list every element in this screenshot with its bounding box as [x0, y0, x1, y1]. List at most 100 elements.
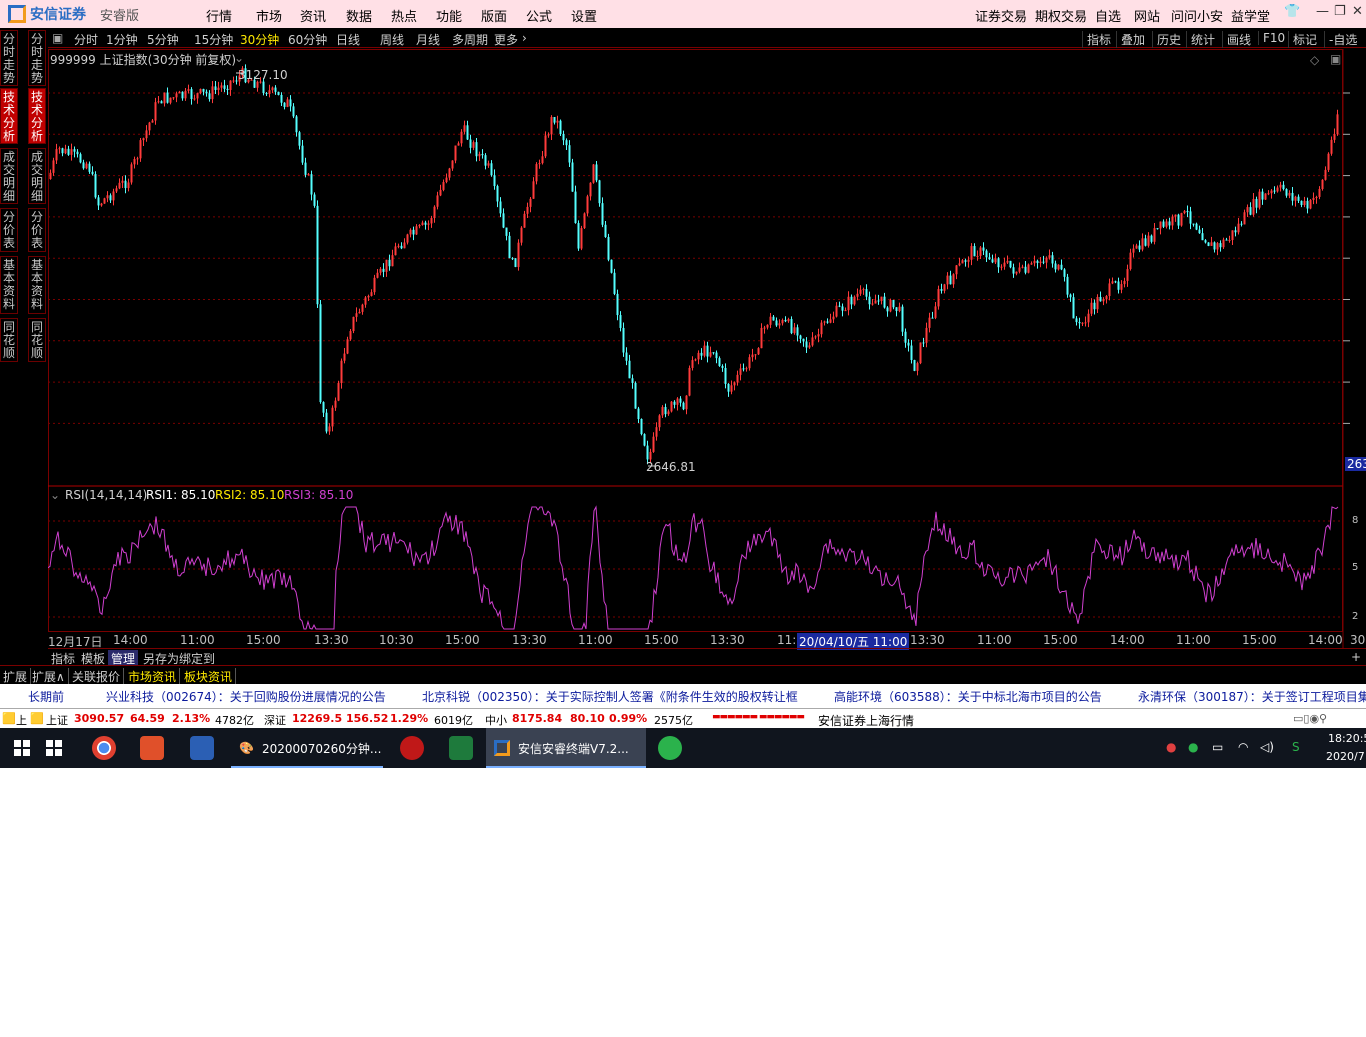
info-tab-0[interactable]: 扩展	[3, 668, 32, 685]
period-tab-0[interactable]: 分时	[74, 31, 98, 48]
left-tab-col2-3[interactable]: 分价表	[28, 208, 46, 252]
windows-icon-2[interactable]	[46, 740, 62, 756]
left-tab-col1-2[interactable]: 成交明细	[0, 148, 18, 204]
toolbar-right-2[interactable]: 历史	[1152, 31, 1181, 48]
period-tab-7[interactable]: 周线	[380, 31, 404, 48]
left-tab-col1-4[interactable]: 基本资料	[0, 256, 18, 314]
time-axis-label-7: 13:30	[512, 633, 547, 647]
ticker-item-0[interactable]: 长期前	[28, 688, 64, 705]
toolbar-right-7[interactable]: -自选	[1324, 31, 1357, 48]
left-tab-col2-4[interactable]: 基本资料	[28, 256, 46, 314]
excel-icon[interactable]	[449, 736, 473, 760]
chart-area[interactable]: 999999 上证指数(30分钟 前复权) ⌄ 3127.10 2646.81 …	[48, 49, 1366, 650]
chevron-down-icon[interactable]: ⌄	[234, 51, 244, 65]
low-price-label: 2646.81	[646, 460, 696, 474]
volume-icon[interactable]: ◁)	[1260, 740, 1274, 754]
info-tab-3[interactable]: 市场资讯	[128, 668, 181, 685]
close-icon[interactable]: ✕	[1352, 4, 1363, 19]
period-tab-4[interactable]: 30分钟	[240, 31, 279, 48]
restore-icon[interactable]: ❐	[1334, 4, 1346, 19]
toolbar-right-3[interactable]: 统计	[1186, 31, 1215, 48]
period-tab-5[interactable]: 60分钟	[288, 31, 327, 48]
candle-body	[430, 218, 433, 224]
period-tab-9[interactable]: 多周期	[452, 31, 488, 48]
toolbar-menu-icon[interactable]: ▣	[52, 31, 63, 45]
menu-settings[interactable]: 设置	[571, 6, 597, 25]
menu-watchlist[interactable]: 自选	[1095, 6, 1121, 25]
toolbar-right-6[interactable]: 标记	[1288, 31, 1317, 48]
sh-label[interactable]: 上证	[46, 712, 68, 728]
left-tab-col2-5[interactable]: 同花顺	[28, 318, 46, 362]
left-tab-col2-1[interactable]: 技术分析	[28, 88, 46, 144]
word-icon[interactable]	[190, 736, 214, 760]
menu-news[interactable]: 资讯	[300, 6, 326, 25]
period-tab-3[interactable]: 15分钟	[194, 31, 233, 48]
tray-wechat-icon[interactable]: ●	[1188, 740, 1198, 754]
minimize-icon[interactable]: —	[1316, 4, 1329, 19]
menu-yixuetang[interactable]: 益学堂	[1231, 6, 1270, 25]
info-tab-2[interactable]: 关联报价	[72, 668, 125, 685]
candle-body	[481, 153, 484, 156]
period-tab-8[interactable]: 月线	[416, 31, 440, 48]
menu-function[interactable]: 功能	[436, 6, 462, 25]
layout-icon[interactable]: ▭▯◉⚲	[1293, 712, 1327, 725]
period-tab-10[interactable]: 更多	[494, 31, 518, 48]
window-icon[interactable]: ▣	[1330, 52, 1341, 66]
sz-label[interactable]: 深证	[264, 712, 286, 728]
battery-icon[interactable]: ▭	[1212, 740, 1223, 754]
left-tab-col2-2[interactable]: 成交明细	[28, 148, 46, 204]
menu-website[interactable]: 网站	[1134, 6, 1160, 25]
candle-body	[469, 139, 472, 148]
left-tab-col1-5[interactable]: 同花顺	[0, 318, 18, 362]
candle-body	[544, 135, 547, 157]
ticker-item-2[interactable]: 北京科锐（002350）：关于实际控制人签署《附条件生效的股权转让框	[422, 688, 798, 705]
taskbar-anxin-task[interactable]: 安信安睿终端V7.2...	[486, 728, 646, 768]
period-tab-2[interactable]: 5分钟	[147, 31, 179, 48]
candle-body	[952, 274, 955, 285]
tray-s-icon[interactable]: S	[1292, 740, 1300, 754]
ticker-item-4[interactable]: 永清环保（300187）：关于签订工程项目集	[1138, 688, 1366, 705]
windows-start-icon[interactable]	[14, 740, 30, 756]
menu-ask-xiaoan[interactable]: 问问小安	[1171, 6, 1223, 25]
candle-body	[340, 360, 343, 384]
tray-app-icon[interactable]: ●	[1166, 740, 1176, 754]
shirt-icon[interactable]: 👕	[1284, 4, 1300, 19]
bank-app-icon[interactable]	[400, 736, 424, 760]
toolbar-right-1[interactable]: 叠加	[1116, 31, 1145, 48]
candle-body	[649, 451, 652, 460]
toolbar-right-4[interactable]: 画线	[1222, 31, 1251, 48]
period-tab-6[interactable]: 日线	[336, 31, 360, 48]
menu-market[interactable]: 市场	[256, 6, 282, 25]
left-tab-col1-1[interactable]: 技术分析	[0, 88, 18, 144]
info-tab-4[interactable]: 板块资讯	[184, 668, 237, 685]
wifi-icon[interactable]: ◠	[1238, 740, 1248, 754]
menu-hotspot[interactable]: 热点	[391, 6, 417, 25]
toolbar-right-0[interactable]: 指标	[1082, 31, 1111, 48]
zx-label[interactable]: 中小	[485, 712, 507, 728]
wechat-icon[interactable]	[658, 736, 682, 760]
diamond-icon[interactable]: ◇	[1310, 53, 1319, 67]
chrome-icon[interactable]	[92, 736, 116, 760]
add-tab-button[interactable]: +	[1348, 650, 1364, 664]
period-tab-1[interactable]: 1分钟	[106, 31, 138, 48]
menu-quotes[interactable]: 行情	[206, 6, 232, 25]
left-tab-col1-3[interactable]: 分价表	[0, 208, 18, 252]
rsi-toggle-icon[interactable]: ⌄	[50, 488, 60, 502]
kline-chart-svg[interactable]	[48, 49, 1366, 649]
ticker-item-3[interactable]: 高能环境（603588）：关于中标北海市项目的公告	[834, 688, 1102, 705]
info-tab-1[interactable]: 扩展∧	[32, 668, 69, 685]
app-icon-orange[interactable]	[140, 736, 164, 760]
menu-layout[interactable]: 版面	[481, 6, 507, 25]
candle-body	[988, 257, 991, 260]
left-tab-col2-0[interactable]: 分时走势	[28, 30, 46, 86]
menu-stock-trade[interactable]: 证券交易	[975, 6, 1027, 25]
menu-data[interactable]: 数据	[346, 6, 372, 25]
menu-option-trade[interactable]: 期权交易	[1035, 6, 1087, 25]
menu-formula[interactable]: 公式	[526, 6, 552, 25]
left-tab-col1-0[interactable]: 分时走势	[0, 30, 18, 86]
toolbar-right-5[interactable]: F10	[1258, 31, 1285, 45]
more-chevron-icon[interactable]: ›	[522, 31, 527, 45]
ticker-item-1[interactable]: 兴业科技（002674）：关于回购股份进展情况的公告	[106, 688, 386, 705]
candle-body	[982, 247, 985, 251]
taskbar-paint-task[interactable]: 🎨 20200070260分钟...	[231, 728, 383, 768]
